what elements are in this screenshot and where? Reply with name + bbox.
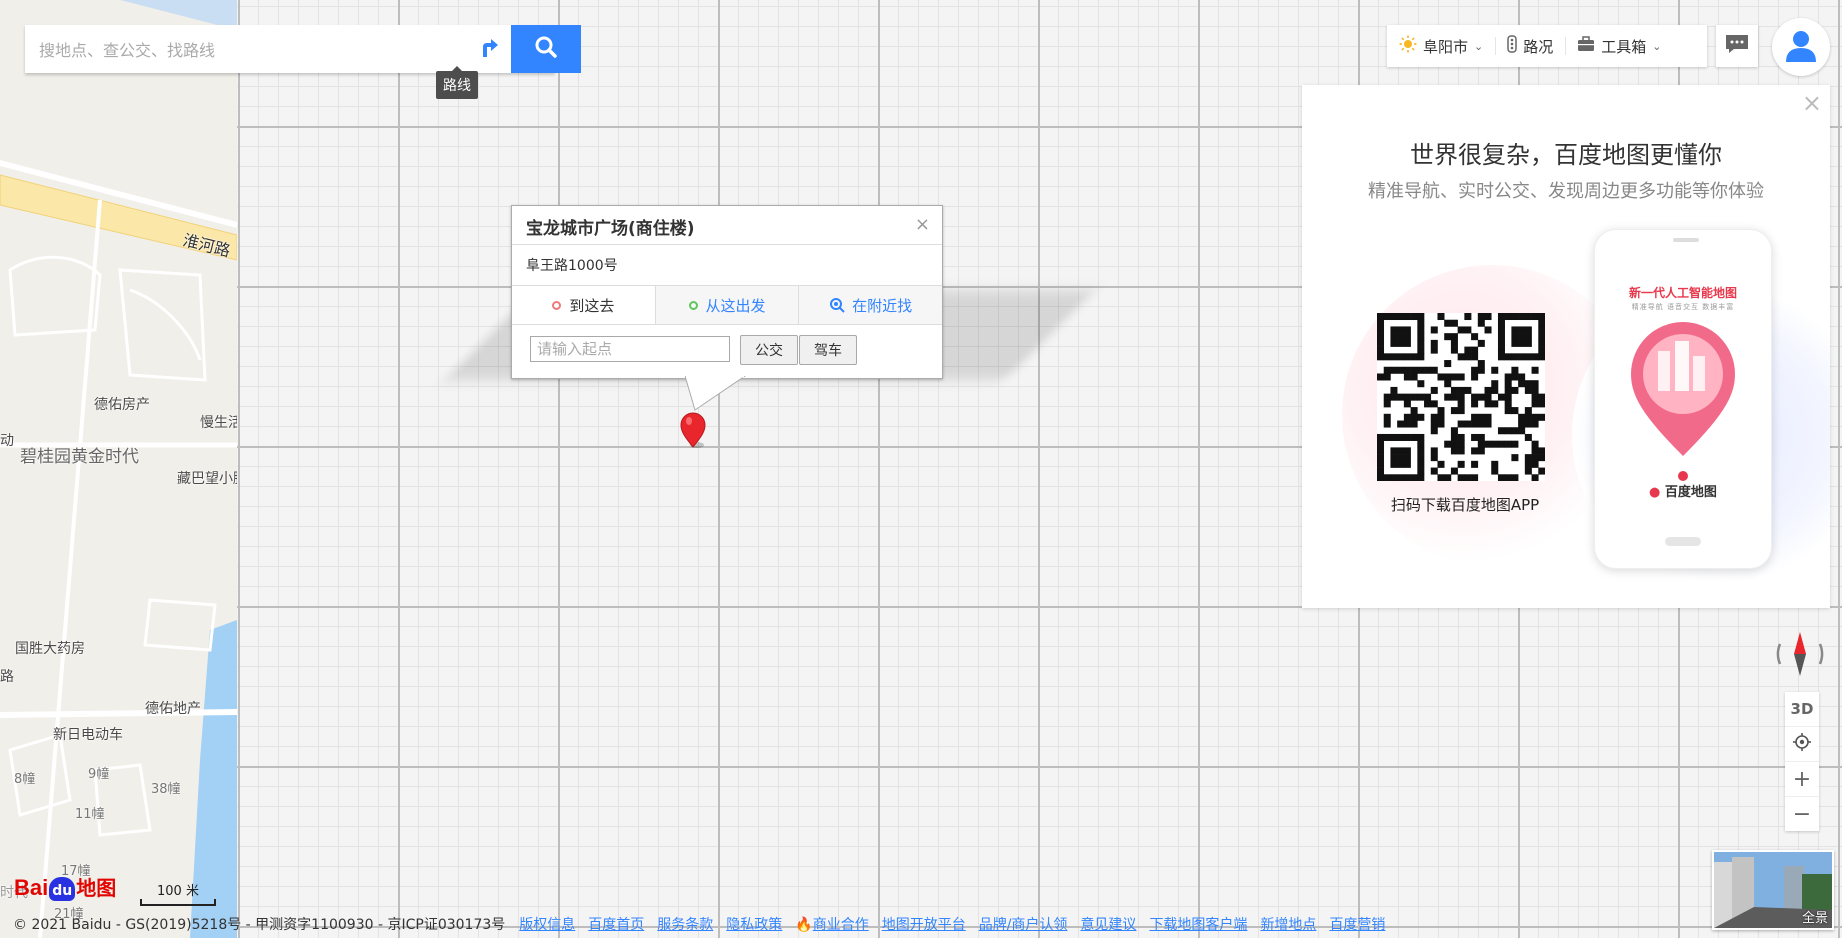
edge-label-lu: 路	[0, 669, 14, 685]
green-ring-icon	[688, 300, 698, 310]
toolbox-icon	[1577, 36, 1595, 56]
chevron-down-icon: ⌄	[1474, 39, 1484, 53]
building-38: 38幢	[151, 782, 181, 797]
footer-link-terms[interactable]: 服务条款	[657, 914, 713, 934]
sun-icon	[1399, 35, 1417, 57]
place-info-window: 宝龙城市广场(商住楼) × 阜王路1000号 到这去 从这出发 在附近找 公交 …	[511, 205, 943, 379]
popup-pointer	[685, 376, 746, 411]
search-icon	[534, 35, 558, 63]
tab-label: 到这去	[569, 296, 615, 315]
qr-code	[1377, 313, 1546, 482]
footer: © 2021 Baidu - GS(2019)5218号 - 甲测资字11009…	[0, 910, 1842, 938]
footer-link-merchant[interactable]: 品牌/商户认领	[979, 914, 1068, 934]
drive-button[interactable]: 驾车	[799, 335, 857, 365]
scale-line	[140, 899, 216, 906]
poi-biguiyuan[interactable]: 碧桂园黄金时代	[20, 442, 139, 467]
compass-control[interactable]	[1772, 626, 1828, 682]
phone-logo-text: 百度地图	[1664, 485, 1717, 500]
footer-link-copyright[interactable]: 版权信息	[519, 914, 575, 934]
zoom-in-button[interactable]: +	[1785, 761, 1819, 796]
user-avatar[interactable]	[1772, 18, 1830, 76]
tab-go-here[interactable]: 到这去	[512, 286, 655, 324]
bus-button[interactable]: 公交	[740, 335, 798, 365]
phone-screen: 新一代人工智能地图 精准导航 语音交互 数据丰富 ● 百度地图	[1603, 256, 1763, 526]
phone-subline: 精准导航 语音交互 数据丰富	[1631, 303, 1735, 311]
nearby-search-icon	[829, 297, 845, 313]
message-button[interactable]	[1716, 25, 1758, 67]
footer-link-open-platform[interactable]: 地图开放平台	[882, 914, 966, 934]
poi-zangba[interactable]: 藏巴望小腰	[177, 468, 237, 488]
phone-headline: 新一代人工智能地图	[1628, 286, 1737, 300]
footer-link-add-place[interactable]: 新增地点	[1260, 914, 1316, 934]
locate-button[interactable]	[1785, 726, 1819, 761]
start-point-input[interactable]	[530, 336, 730, 362]
city-label: 阜阳市	[1423, 37, 1469, 56]
promo-title: 世界很复杂，百度地图更懂你	[1410, 141, 1722, 169]
promo-close-icon[interactable]: ×	[1802, 91, 1822, 115]
copyright: © 2021 Baidu - GS(2019)5218号 - 甲测资字11009…	[13, 917, 506, 933]
toolbox-label: 工具箱	[1601, 37, 1647, 56]
building-9: 9幢	[88, 767, 110, 782]
route-arrow-icon	[477, 35, 499, 63]
phone-mockup: 新一代人工智能地图 精准导航 语音交互 数据丰富 ● 百度地图	[1594, 229, 1772, 569]
promo-subtitle: 精准导航、实时公交、发现周边更多功能等你体验	[1368, 181, 1764, 202]
route-button[interactable]	[465, 25, 511, 73]
message-icon	[1725, 34, 1749, 58]
building-11: 11幢	[75, 807, 105, 822]
search-button[interactable]	[511, 25, 581, 73]
footer-link-feedback[interactable]: 意见建议	[1080, 914, 1136, 934]
edge-label-dong: 动	[0, 433, 14, 449]
divider	[512, 244, 942, 245]
user-icon	[1784, 28, 1818, 66]
tab-label: 在附近找	[852, 296, 913, 315]
chevron-down-icon: ⌄	[1652, 39, 1662, 53]
building-8: 8幢	[14, 772, 36, 787]
red-ring-icon	[552, 300, 562, 310]
place-title: 宝龙城市广场(商住楼)	[526, 219, 695, 239]
top-toolbar: 阜阳市 ⌄ 路况 工具箱 ⌄	[1387, 25, 1707, 67]
traffic-light-icon	[1507, 35, 1517, 57]
poi-slow-life[interactable]: 慢生活	[200, 412, 237, 432]
footer-link-business[interactable]: 🔥商业合作	[795, 914, 868, 934]
poi-guosheng-pharmacy[interactable]: 国胜大药房	[15, 638, 85, 658]
scale-bar: 100 米	[140, 880, 216, 906]
map-tile: 淮河路 德佑房产 慢生活 碧桂园黄金时代 藏巴望小腰 国胜大药房 德佑地产 新日…	[0, 0, 237, 938]
tab-search-nearby[interactable]: 在附近找	[798, 286, 942, 324]
pin-icon: ●	[1649, 485, 1661, 500]
place-address: 阜王路1000号	[526, 258, 618, 274]
poi-deyou-estate[interactable]: 德佑地产	[145, 698, 201, 718]
city-selector[interactable]: 阜阳市 ⌄	[1387, 25, 1495, 67]
scale-label: 100 米	[157, 884, 199, 899]
zoom-out-button[interactable]: −	[1785, 796, 1819, 831]
footer-link-download[interactable]: 下载地图客户端	[1149, 914, 1247, 934]
footer-link-privacy[interactable]: 隐私政策	[726, 914, 782, 934]
route-tooltip: 路线	[436, 66, 478, 99]
3d-toggle[interactable]: 3D	[1785, 692, 1819, 726]
tab-start-here[interactable]: 从这出发	[654, 286, 799, 324]
locate-icon	[1793, 733, 1811, 755]
logo-bai: Bai	[14, 875, 49, 900]
search-box	[25, 25, 581, 75]
search-input[interactable]	[37, 25, 451, 75]
phone-logo: ● 百度地图	[1603, 481, 1763, 500]
poi-deyou-realty[interactable]: 德佑房产	[94, 394, 150, 414]
footer-link-label: 商业合作	[812, 917, 869, 933]
fire-icon: 🔥	[795, 917, 813, 933]
popup-tabs: 到这去 从这出发 在附近找	[512, 285, 942, 325]
tab-label: 从这出发	[705, 296, 766, 315]
app-promo-panel: × 世界很复杂，百度地图更懂你 精准导航、实时公交、发现周边更多功能等你体验 扫…	[1302, 85, 1830, 608]
close-icon[interactable]: ×	[915, 216, 930, 234]
footer-link-marketing[interactable]: 百度营销	[1329, 914, 1385, 934]
logo-paw: du	[49, 877, 76, 901]
traffic-toggle[interactable]: 路况	[1495, 25, 1565, 67]
baidu-map-logo: Bai du 地图	[14, 872, 116, 901]
qr-caption: 扫码下载百度地图APP	[1390, 496, 1540, 514]
location-marker[interactable]	[679, 412, 707, 452]
footer-link-baidu-home[interactable]: 百度首页	[588, 914, 644, 934]
map-zoom-controls: 3D + −	[1785, 692, 1819, 831]
logo-ditu: 地图	[76, 876, 117, 900]
toolbox-menu[interactable]: 工具箱 ⌄	[1565, 25, 1673, 67]
poi-xinri-ebike[interactable]: 新日电动车	[53, 724, 123, 744]
traffic-label: 路况	[1523, 37, 1554, 56]
